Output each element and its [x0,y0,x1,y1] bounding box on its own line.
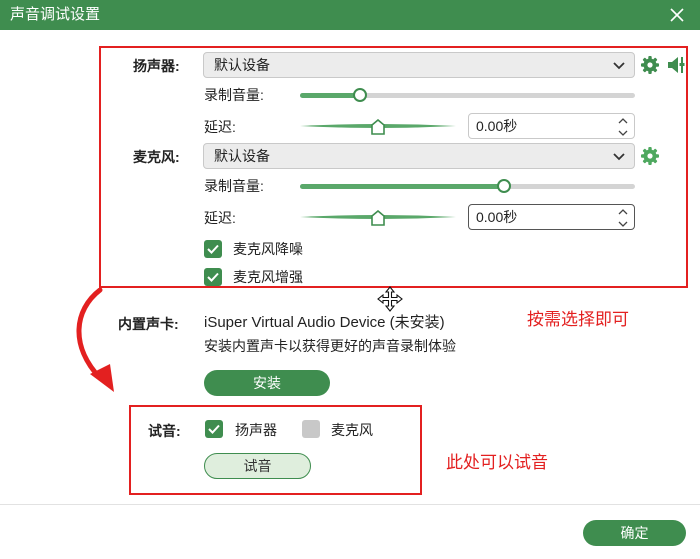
microphone-volume-fill [300,184,505,189]
footer-divider [0,504,700,505]
mic-enhance-checkbox[interactable] [204,268,222,286]
microphone-delay-value: 0.00秒 [476,209,518,225]
test-speaker-label: 扬声器 [235,422,277,438]
close-button[interactable] [664,2,690,28]
test-annotation: 此处可以试音 [446,453,548,472]
speaker-volume-button[interactable] [666,54,690,76]
noise-reduction-label: 麦克风降噪 [233,241,303,257]
move-cursor-icon [377,286,403,312]
red-arrow-icon [76,288,114,392]
ok-button[interactable]: 确定 [583,520,686,546]
speaker-volume-label: 录制音量: [204,87,264,103]
microphone-volume-label: 录制音量: [204,178,264,194]
microphone-settings-button[interactable] [640,146,660,166]
close-icon [670,8,684,22]
check-icon [207,244,219,254]
speaker-volume-slider[interactable] [300,88,635,102]
microphone-volume-slider[interactable] [300,179,635,193]
mic-enhance-label: 麦克风增强 [233,269,303,285]
microphone-delay-input[interactable]: 0.00秒 [468,204,635,230]
gear-icon [641,147,659,165]
microphone-label: 麦克风: [133,149,180,165]
speaker-volume-fill [300,93,361,98]
soundcard-label: 内置声卡: [118,316,179,332]
test-speaker-checkbox[interactable] [205,420,223,438]
title-bar: 声音调试设置 [0,0,700,30]
microphone-delay-label: 延迟: [204,210,236,226]
test-mic-checkbox[interactable] [302,420,320,438]
choose-annotation: 按需选择即可 [527,310,629,329]
check-icon [207,272,219,282]
speaker-delay-label: 延迟: [204,119,236,135]
window-title: 声音调试设置 [10,6,101,23]
speaker-delay-slider[interactable] [300,117,456,137]
soundcard-hint: 安装内置声卡以获得更好的声音录制体验 [204,338,456,354]
gear-icon [641,56,659,74]
spin-arrows-icon[interactable] [618,117,628,137]
test-highlight-box [129,405,422,495]
move-cursor [377,286,403,312]
spin-arrows-icon[interactable] [618,208,628,228]
microphone-delay-knob[interactable] [371,210,385,226]
speaker-device-select[interactable]: 默认设备 [203,52,635,78]
test-sound-button[interactable]: 试音 [204,453,311,479]
speaker-settings-button[interactable] [640,55,660,75]
noise-reduction-checkbox[interactable] [204,240,222,258]
microphone-device-value: 默认设备 [214,148,270,164]
microphone-delay-slider[interactable] [300,208,456,228]
check-icon [208,424,220,434]
speaker-label: 扬声器: [133,58,180,74]
microphone-device-select[interactable]: 默认设备 [203,143,635,169]
soundcard-device-name: iSuper Virtual Audio Device (未安装) [204,314,445,331]
test-label: 试音: [148,423,181,439]
speaker-delay-knob[interactable] [371,119,385,135]
test-mic-label: 麦克风 [331,422,373,438]
install-button[interactable]: 安装 [204,370,330,396]
speaker-delay-input[interactable]: 0.00秒 [468,113,635,139]
chevron-down-icon [613,62,625,70]
speaker-device-value: 默认设备 [214,57,270,73]
speaker-icon [668,57,685,73]
speaker-delay-value: 0.00秒 [476,118,518,134]
chevron-down-icon [613,153,625,161]
